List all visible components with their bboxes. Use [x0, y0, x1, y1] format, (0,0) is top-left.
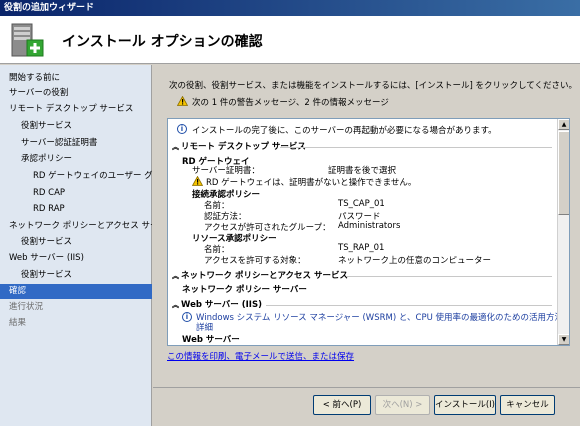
iis-info-line2[interactable]: 詳細 [196, 321, 213, 333]
iis-sub: Web サーバー [182, 335, 240, 345]
warning-summary-text: 次の 1 件の警告メッセージ、2 件の情報メッセージ [192, 98, 389, 108]
cap-group-value: Administrators [338, 221, 401, 231]
rdg-cert-warning: RD ゲートウェイは、証明書がないと操作できません。 [206, 178, 417, 188]
scroll-down-arrow-icon[interactable]: ▼ [558, 334, 569, 345]
install-button[interactable]: インストール(I) [434, 395, 496, 415]
section-iis[interactable]: ︽ Web サーバー (IIS) [172, 298, 262, 310]
section-divider [280, 147, 552, 148]
nav-item-progress: 進行状況 [9, 302, 44, 312]
rap-allow-label: アクセスを許可する対象： [204, 256, 306, 266]
restart-note: インストールの完了後に、このサーバーの再起動が必要になる場合があります。 [192, 126, 497, 136]
back-button[interactable]: < 前へ(P) [313, 395, 371, 415]
server-add-icon [11, 23, 44, 57]
rdg-cert-value: 証明書を後で選択 [328, 166, 397, 176]
section-divider [266, 305, 552, 306]
warning-icon [177, 96, 188, 106]
page-title: インストール オプションの確認 [62, 34, 263, 50]
nav-item-iis[interactable]: Web サーバー (IIS) [0, 251, 152, 266]
nav-item-server-cert[interactable]: サーバー認証証明書 [0, 136, 152, 151]
nav-item-rdg-user-groups[interactable]: RD ゲートウェイのユーザー グ... [0, 169, 152, 184]
nps-sub: ネットワーク ポリシー サーバー [182, 285, 307, 295]
nav-item-rd-rap[interactable]: RD RAP [0, 202, 152, 217]
rap-name-value: TS_RAP_01 [338, 243, 385, 253]
details-box[interactable]: i インストールの完了後に、このサーバーの再起動が必要になる場合があります。 ︽… [167, 118, 570, 346]
nav-item-auth-policies[interactable]: 承認ポリシー [0, 152, 152, 167]
section-rds[interactable]: ︽ リモート デスクトップ サービス [172, 140, 306, 152]
nav-item-nps[interactable]: ネットワーク ポリシーとアクセス サービ... [0, 219, 152, 234]
nav-item-server-roles[interactable]: サーバーの役割 [0, 86, 152, 101]
section-divider [346, 276, 552, 277]
nav-item-rd-cap[interactable]: RD CAP [0, 186, 152, 201]
window-title: 役割の追加ウィザード [4, 3, 95, 13]
collapse-chevron-icon: ︽ [172, 143, 179, 151]
footer-divider [153, 387, 580, 388]
iis-info-line1: Windows システム リソース マネージャー (WSRM) と、CPU 使用… [196, 313, 570, 323]
cap-name-value: TS_CAP_01 [338, 199, 385, 209]
section-nps-title: ネットワーク ポリシーとアクセス サービス [181, 271, 348, 281]
rap-allow-value: ネットワーク上の任意のコンピューター [338, 256, 492, 266]
main-panel: 次の役割、役割サービス、または機能をインストールするには、[インストール] をク… [153, 65, 580, 387]
nav-item-rds[interactable]: リモート デスクトップ サービス [0, 102, 152, 117]
wizard-header: インストール オプションの確認 [0, 16, 580, 64]
wizard-nav: 開始する前に サーバーの役割 リモート デスクトップ サービス 役割サービス サ… [0, 65, 152, 426]
details-scrollbar[interactable]: ▲ ▼ [557, 119, 569, 345]
nav-item-iis-role-services[interactable]: 役割サービス [0, 268, 152, 283]
nav-item-nps-role-services[interactable]: 役割サービス [0, 235, 152, 250]
rdg-cert-label: サーバー証明書： [192, 166, 260, 176]
section-iis-title: Web サーバー (IIS) [181, 300, 262, 310]
nav-item-rds-role-services[interactable]: 役割サービス [0, 119, 152, 134]
collapse-chevron-icon: ︽ [172, 272, 179, 280]
scroll-thumb[interactable] [558, 131, 569, 215]
nav-item-before-you-begin[interactable]: 開始する前に [0, 71, 152, 86]
instruction-text: 次の役割、役割サービス、または機能をインストールするには、[インストール] をク… [169, 81, 577, 91]
warning-icon [192, 176, 203, 186]
print-email-save-link[interactable]: この情報を印刷、電子メールで送信、または保存 [167, 350, 354, 362]
collapse-chevron-icon: ︽ [172, 301, 179, 309]
nav-item-confirmation[interactable]: 確認 [0, 284, 152, 299]
next-button: 次へ(N) > [375, 395, 430, 415]
info-icon: i [177, 124, 187, 134]
section-nps[interactable]: ︽ ネットワーク ポリシーとアクセス サービス [172, 269, 348, 281]
window-title-bar: 役割の追加ウィザード [0, 0, 580, 16]
cancel-button[interactable]: キャンセル [500, 395, 555, 415]
info-icon: i [182, 312, 192, 322]
scroll-up-arrow-icon[interactable]: ▲ [558, 119, 569, 130]
nav-item-results: 結果 [9, 318, 27, 328]
